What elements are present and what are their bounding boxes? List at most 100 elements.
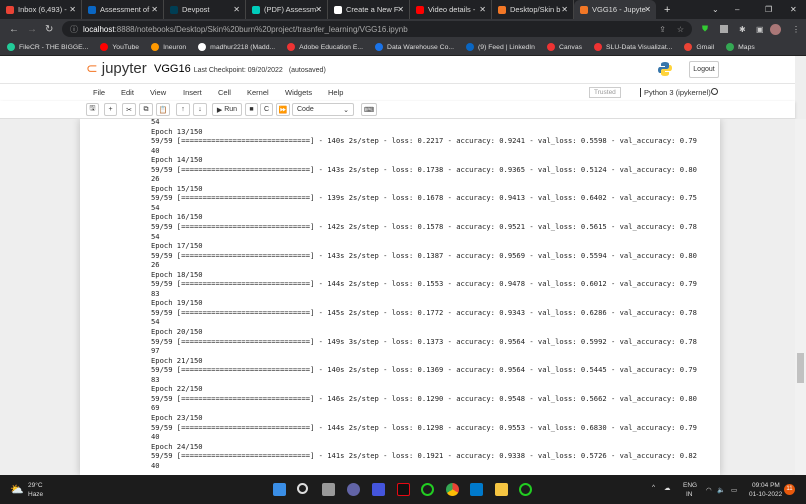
menu-item-kernel[interactable]: Kernel — [247, 88, 269, 97]
clock-date[interactable]: 01-10-2022 — [749, 491, 782, 498]
close-icon[interactable]: ✕ — [397, 5, 404, 14]
logout-button[interactable]: Logout — [689, 61, 719, 78]
back-icon[interactable]: ← — [9, 24, 19, 35]
browser-tab[interactable]: Assessment of ✕ — [82, 0, 164, 19]
language-indicator[interactable]: ENG — [683, 482, 697, 489]
output-line: Epoch 16/150 — [151, 212, 203, 222]
menu-item-edit[interactable]: Edit — [121, 88, 134, 97]
extension-icon[interactable] — [720, 25, 728, 33]
save-icon[interactable]: 🖫 — [86, 103, 99, 116]
restart-run-all-icon[interactable]: ⏩ — [276, 103, 290, 116]
cell-type-select[interactable]: Code ⌄ — [292, 103, 354, 116]
browser-tab[interactable]: (PDF) Assessm ✕ — [246, 0, 328, 19]
star-icon[interactable]: ☆ — [677, 25, 684, 34]
wifi-icon[interactable]: ◠ — [706, 486, 712, 494]
file-explorer-icon[interactable] — [495, 483, 508, 496]
netflix-icon[interactable] — [397, 483, 410, 496]
output-line: 40 — [151, 145, 160, 155]
menu-item-view[interactable]: View — [150, 88, 166, 97]
app-ring-icon-2[interactable] — [519, 483, 532, 496]
onedrive-icon[interactable]: ☁ — [664, 484, 671, 492]
trusted-indicator[interactable]: Trusted — [589, 87, 621, 98]
bookmarks-bar: FileCR - THE BIGGE... YouTube Ineuron madhu… — [0, 39, 806, 56]
close-icon[interactable]: ✕ — [561, 5, 568, 14]
notebook-name[interactable]: VGG16 — [154, 63, 191, 75]
menu-item-insert[interactable]: Insert — [183, 88, 202, 97]
chevron-down-icon[interactable]: ⌄ — [712, 5, 719, 14]
bookmark-item[interactable]: Gmail — [684, 43, 714, 51]
window-close-icon[interactable]: ✕ — [790, 5, 797, 14]
teams-chat-icon[interactable] — [347, 483, 360, 496]
bookmark-item[interactable]: madhur2218 (Madd... — [198, 43, 275, 51]
browser-tab[interactable]: Inbox (6,493) - ✕ — [0, 0, 82, 19]
bookmark-item[interactable]: Adobe Education E... — [287, 43, 363, 51]
minimize-icon[interactable]: – — [735, 5, 739, 14]
menu-item-help[interactable]: Help — [328, 88, 343, 97]
browser-tab[interactable]: Create a New F ✕ — [328, 0, 410, 19]
bookmark-item[interactable]: FileCR - THE BIGGE... — [7, 43, 88, 51]
output-line: Epoch 21/150 — [151, 355, 203, 365]
paste-icon[interactable]: 📋 — [156, 103, 170, 116]
shield-extension-icon[interactable]: ⛊ — [702, 24, 708, 34]
move-down-icon[interactable]: ↓ — [193, 103, 207, 116]
output-line: Epoch 17/150 — [151, 241, 203, 251]
volume-icon[interactable]: 🔈 — [717, 486, 725, 494]
tray-chevron-icon[interactable]: ^ — [652, 484, 655, 491]
bookmark-item[interactable]: Ineuron — [151, 43, 186, 51]
clock-time[interactable]: 09:04 PM — [752, 482, 780, 489]
browser-tab[interactable]: Desktop/Skin b ✕ — [492, 0, 574, 19]
url-input[interactable]: ⓘ localhost:8888/notebooks/Desktop/Skin%… — [62, 21, 692, 37]
new-tab-button[interactable]: + — [664, 4, 670, 16]
close-icon[interactable]: ✕ — [233, 5, 240, 14]
bookmark-item[interactable]: SLU-Data Visualizat... — [594, 43, 672, 51]
jupyter-logo[interactable]: ⊂ jupyter — [86, 60, 147, 77]
notification-badge[interactable]: 11 — [784, 484, 795, 495]
language-region[interactable]: IN — [686, 491, 693, 498]
restart-icon[interactable]: C — [260, 103, 273, 116]
share-icon[interactable]: ⇪ — [659, 25, 666, 34]
battery-icon[interactable]: ▭ — [731, 486, 737, 494]
menu-item-widgets[interactable]: Widgets — [285, 88, 312, 97]
sidepanel-icon[interactable]: ▣ — [756, 25, 764, 34]
app-ring-icon[interactable] — [421, 483, 434, 496]
browser-tab[interactable]: VGG16 - Jupyte ✕ — [574, 0, 656, 19]
tab-favicon-icon — [580, 5, 588, 14]
scrollbar[interactable] — [795, 119, 806, 475]
restore-icon[interactable]: ❐ — [765, 5, 772, 14]
search-icon[interactable] — [297, 483, 308, 494]
close-icon[interactable]: ✕ — [644, 5, 651, 14]
chrome-icon[interactable] — [446, 483, 459, 496]
puzzle-icon[interactable]: ✱ — [739, 25, 746, 34]
close-icon[interactable]: ✕ — [315, 5, 322, 14]
menu-icon[interactable]: ⋮ — [792, 25, 800, 34]
task-view-icon[interactable] — [322, 483, 335, 496]
vscode-icon[interactable] — [470, 483, 483, 496]
menu-item-cell[interactable]: Cell — [218, 88, 231, 97]
bookmark-item[interactable]: Maps — [726, 43, 755, 51]
cut-icon[interactable]: ✂ — [122, 103, 136, 116]
bookmark-item[interactable]: (9) Feed | LinkedIn — [466, 43, 535, 51]
menu-item-file[interactable]: File — [93, 88, 105, 97]
close-icon[interactable]: ✕ — [69, 5, 76, 14]
stop-icon[interactable]: ■ — [245, 103, 258, 116]
close-icon[interactable]: ✕ — [151, 5, 158, 14]
insert-cell-icon[interactable]: + — [104, 103, 117, 116]
bookmark-icon — [151, 43, 160, 51]
move-up-icon[interactable]: ↑ — [176, 103, 190, 116]
bookmark-item[interactable]: YouTube — [100, 43, 139, 51]
info-icon[interactable]: ⓘ — [70, 24, 78, 35]
browser-tab[interactable]: Video details - ✕ — [410, 0, 492, 19]
forward-icon[interactable]: → — [27, 24, 37, 35]
start-icon[interactable] — [273, 483, 286, 496]
reload-icon[interactable]: ↻ — [45, 24, 53, 35]
browser-tab[interactable]: Devpost ✕ — [164, 0, 246, 19]
bookmark-item[interactable]: Canvas — [546, 43, 582, 51]
command-palette-icon[interactable]: ⌨ — [361, 103, 377, 116]
avatar[interactable] — [770, 23, 781, 35]
scrollbar-thumb[interactable] — [797, 353, 804, 383]
run-button[interactable]: ▶ Run — [212, 103, 242, 116]
app-icon[interactable] — [372, 483, 385, 496]
copy-icon[interactable]: ⧉ — [139, 103, 153, 116]
bookmark-item[interactable]: Data Warehouse Co... — [375, 43, 454, 51]
close-icon[interactable]: ✕ — [479, 5, 486, 14]
